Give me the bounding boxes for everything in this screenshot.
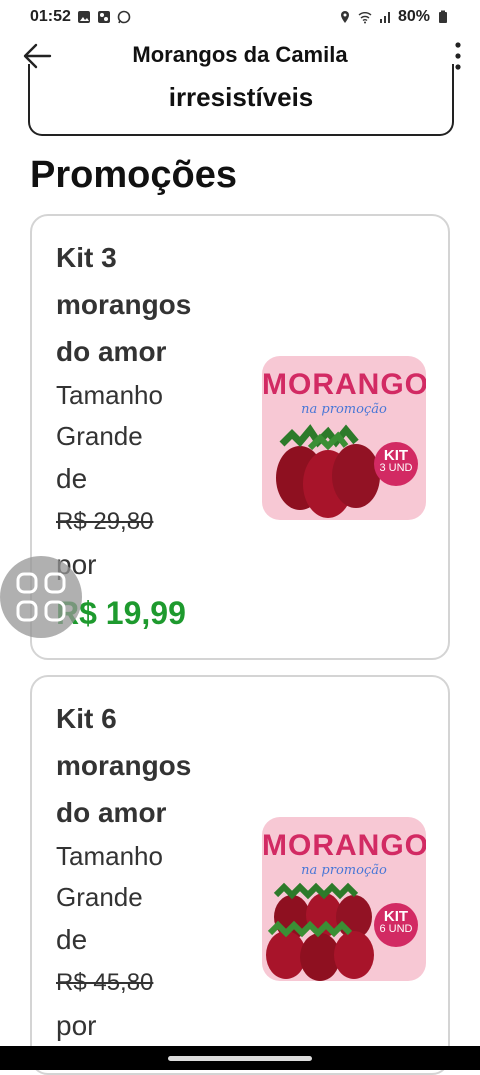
home-gesture-handle[interactable] [168, 1056, 312, 1061]
clock: 01:52 [30, 8, 71, 25]
product-name-line: do amor [56, 797, 167, 828]
product-size-line: Tamanho [56, 380, 163, 410]
grid-icon [16, 572, 66, 622]
gallery-icon [77, 11, 90, 23]
product-card[interactable]: Kit 6 morangos do amor Tamanho Grande de… [30, 675, 450, 1075]
kit-badge: KIT 6 UND [374, 903, 418, 947]
strawberries-icon [266, 882, 374, 981]
system-nav-bar [0, 1046, 480, 1070]
app-notification-icon [97, 11, 110, 23]
battery-icon [439, 10, 447, 23]
previous-card-text: irresistíveis [168, 82, 314, 112]
kit-badge: KIT 3 UND [374, 442, 418, 486]
product-image[interactable]: MORANGOS na promoção KIT 3 UND [262, 356, 426, 520]
to-label: por [56, 549, 97, 580]
old-price: R$ 29,80 [56, 508, 154, 535]
from-label: de [56, 924, 88, 955]
battery-level: 80% [397, 8, 430, 25]
product-name-line: morangos [56, 289, 192, 320]
strawberries-icon [276, 424, 380, 518]
location-icon [340, 11, 349, 23]
product-name-line: morangos [56, 750, 192, 781]
whatsapp-icon [117, 10, 131, 24]
product-image[interactable]: MORANGOS na promoção KIT 6 UND [262, 817, 426, 981]
product-size-line: Grande [56, 882, 143, 912]
product-name-line: do amor [56, 336, 167, 367]
from-label: de [56, 463, 88, 494]
product-card[interactable]: Kit 3 morangos do amor Tamanho Grande de… [30, 214, 450, 660]
previous-card[interactable]: irresistíveis [28, 64, 454, 136]
to-label: por [56, 1010, 97, 1041]
product-name-line: Kit 3 [56, 242, 117, 273]
section-title: Promoções [30, 154, 237, 196]
product-name-line: Kit 6 [56, 703, 117, 734]
new-price: R$ 19,99 [56, 595, 186, 631]
old-price: R$ 45,80 [56, 969, 154, 996]
product-size-line: Grande [56, 421, 143, 451]
product-size-line: Tamanho [56, 841, 163, 871]
floating-overlay-button[interactable] [0, 556, 82, 638]
status-bar: 01:52 80% [0, 0, 480, 34]
signal-icon [379, 12, 390, 23]
wifi-icon [358, 12, 372, 24]
